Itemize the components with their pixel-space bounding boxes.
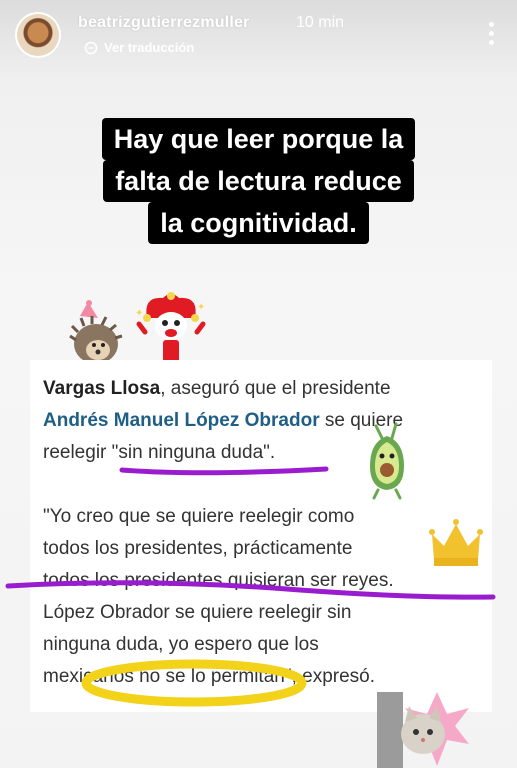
cat-sticker [377, 692, 469, 768]
purple-underline-1 [119, 466, 329, 476]
annotation-layer [5, 466, 496, 707]
yellow-circle [81, 659, 307, 707]
story-frame: beatrizgutierrezmuller 10 min Ver traduc… [0, 0, 517, 768]
purple-underline-2 [5, 580, 496, 600]
avocado-sticker [370, 422, 404, 500]
crown-sticker [429, 519, 483, 566]
